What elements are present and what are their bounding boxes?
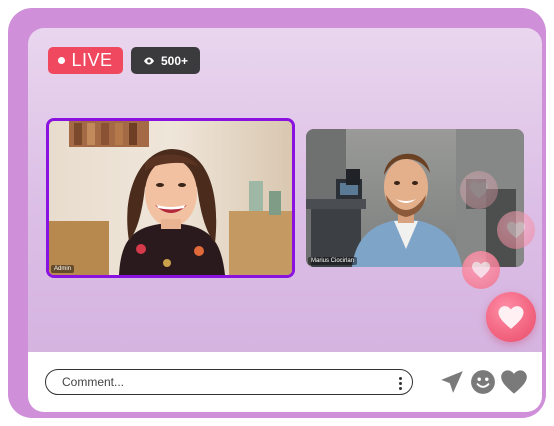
comment-bar	[28, 352, 542, 412]
stream-screen: LIVE 500+ Admin Marius Ciocirlan Comment…	[28, 28, 542, 412]
send-icon[interactable]	[439, 369, 465, 395]
smile-icon[interactable]	[470, 369, 496, 395]
heart-icon	[498, 305, 524, 329]
participant-name-tag: Marius Ciocirlan	[308, 257, 358, 265]
floating-heart	[462, 251, 500, 289]
viewer-count-badge: 500+	[131, 47, 200, 74]
floating-heart	[486, 292, 536, 342]
heart-icon	[507, 221, 525, 239]
video-tile-admin[interactable]: Admin	[46, 118, 295, 278]
participant-name-tag: Admin	[51, 265, 75, 273]
floating-heart	[460, 171, 498, 209]
heart-icon	[470, 181, 488, 199]
live-label: LIVE	[71, 50, 113, 70]
heart-icon[interactable]	[500, 369, 528, 395]
live-badge: LIVE	[48, 47, 123, 74]
heart-icon	[472, 261, 490, 279]
eye-icon	[143, 57, 154, 64]
comment-input[interactable]	[45, 369, 413, 395]
participant-video-admin	[49, 121, 292, 275]
floating-heart	[497, 211, 535, 249]
viewer-count: 500+	[160, 53, 189, 68]
more-vertical-icon[interactable]	[395, 373, 405, 393]
live-dot-icon	[58, 57, 66, 64]
stream-card-frame: LIVE 500+ Admin Marius Ciocirlan Comment…	[8, 8, 546, 418]
